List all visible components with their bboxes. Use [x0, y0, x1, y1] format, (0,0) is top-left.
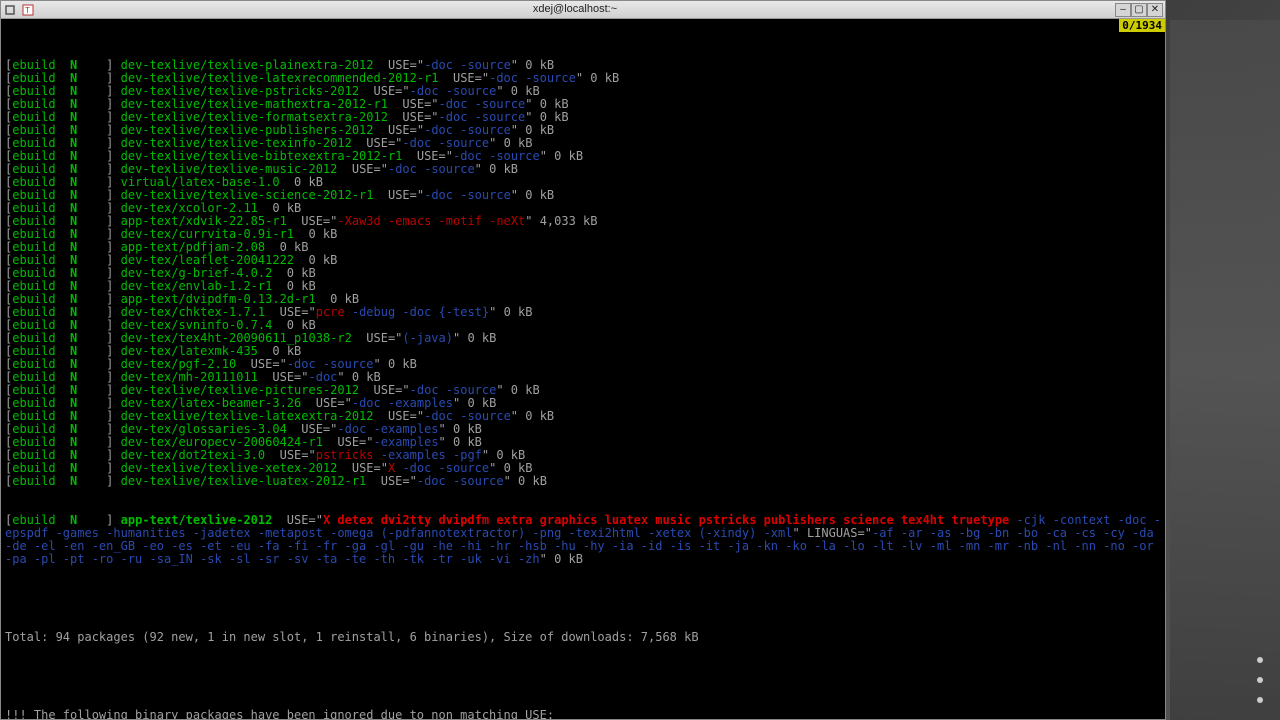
terminal-content[interactable]: 0/1934 [ebuild N ] dev-texlive/texlive-p… [1, 19, 1165, 719]
svg-text:T: T [25, 6, 30, 15]
pager-status: 0/1934 [1119, 19, 1165, 32]
terminal-window: T xdej@localhost:~ – ▢ ✕ 0/1934 [ebuild … [0, 0, 1166, 720]
window-titlebar[interactable]: T xdej@localhost:~ – ▢ ✕ [1, 1, 1165, 19]
maximize-button[interactable]: ▢ [1131, 3, 1147, 17]
total-line: Total: 94 packages (92 new, 1 in new slo… [5, 631, 1161, 644]
warn-header: !!! The following binary packages have b… [5, 709, 1161, 719]
window-title: xdej@localhost:~ [35, 3, 1115, 16]
ebuild-row: [ebuild N ] dev-texlive/texlive-luatex-2… [5, 475, 1161, 488]
attach-icon[interactable] [3, 3, 17, 17]
close-button[interactable]: ✕ [1147, 3, 1163, 17]
app-icon: T [21, 3, 35, 17]
ebuild-row-highlighted: [ebuild N ] app-text/texlive-2012 USE="X… [5, 514, 1161, 566]
panel-menu-dots[interactable] [1250, 650, 1270, 710]
minimize-button[interactable]: – [1115, 3, 1131, 17]
